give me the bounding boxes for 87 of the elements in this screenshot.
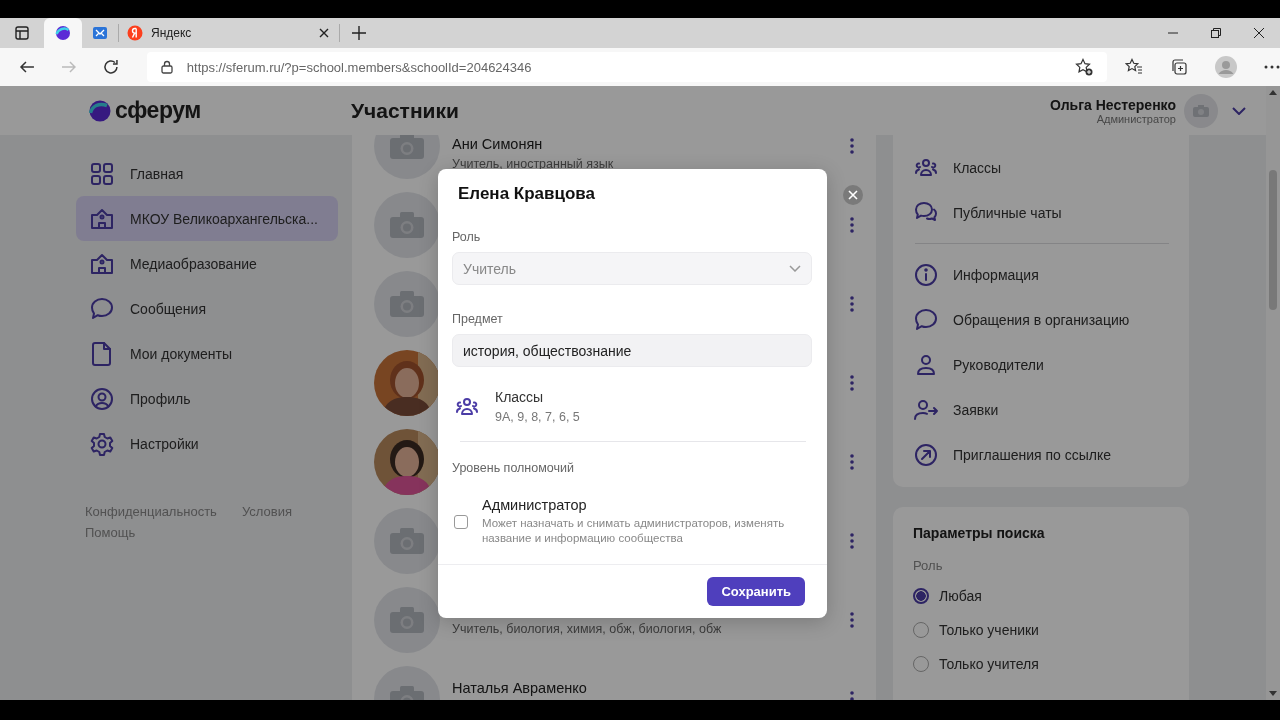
close-icon [848, 190, 858, 200]
sidebar-item[interactable]: Мои документы [76, 331, 338, 376]
chat-bubble-icon [89, 295, 115, 322]
user-name: Ольга Нестеренко [1049, 96, 1176, 113]
member-name[interactable]: Ани Симонян [452, 136, 838, 153]
sferum-logo-icon [54, 25, 71, 41]
more-vertical-icon[interactable] [850, 216, 854, 233]
option-description: Может назначать и снимать администраторов, изменять название и информацию сообщества [482, 516, 786, 546]
camera-icon [1193, 104, 1209, 117]
scroll-down-icon[interactable] [1269, 691, 1277, 696]
tab-actions-icon[interactable] [14, 25, 30, 41]
yandex-logo-icon [127, 25, 143, 41]
radio-button[interactable] [913, 588, 929, 604]
user-role: Администратор [1096, 112, 1176, 125]
menu-item[interactable]: Заявки [913, 387, 1169, 432]
field-label: Роль [452, 230, 482, 244]
field-label: Роль [913, 558, 944, 573]
page-title: Участники [351, 98, 459, 123]
close-icon[interactable] [319, 28, 329, 38]
member-name[interactable]: Наталья Авраменко [452, 680, 838, 697]
save-button[interactable]: Сохранить [707, 577, 805, 606]
chevron-down-icon[interactable] [1232, 106, 1246, 115]
arrow-circle-icon [913, 441, 939, 468]
more-vertical-icon[interactable] [850, 532, 854, 549]
field-label: Уровень полномочий [452, 461, 575, 475]
camera-icon [390, 527, 424, 554]
menu-item[interactable]: Обращения в организацию [913, 297, 1169, 342]
sidebar-item[interactable]: Главная [76, 151, 338, 196]
logo-text: сферум [115, 97, 201, 124]
browser-tab[interactable] [44, 18, 82, 48]
more-vertical-icon[interactable] [850, 453, 854, 470]
chevron-down-icon [789, 265, 801, 272]
lock-icon [160, 60, 173, 74]
chat-bubble-icon [913, 306, 939, 333]
forward-icon [60, 59, 77, 75]
add-favorite-icon[interactable] [1075, 58, 1093, 76]
menu-item[interactable]: Публичные чаты [913, 190, 1169, 235]
restore-icon[interactable] [1211, 28, 1221, 38]
field-label: Предмет [452, 312, 504, 326]
browser-tab[interactable]: Яндекс [118, 24, 340, 42]
scroll-up-icon[interactable] [1269, 90, 1277, 95]
more-vertical-icon[interactable] [850, 374, 854, 391]
info-icon [913, 261, 939, 288]
back-icon[interactable] [19, 59, 35, 75]
more-icon[interactable] [1264, 65, 1280, 69]
close-icon[interactable] [1254, 28, 1264, 38]
mail-icon [91, 25, 108, 41]
member-role: Учитель, иностранный язык [452, 157, 615, 172]
camera-icon [390, 211, 424, 238]
subject-field[interactable]: история, обществознание [452, 334, 812, 367]
more-vertical-icon[interactable] [850, 295, 854, 312]
sidebar-item[interactable]: Профиль [76, 376, 338, 421]
menu-item[interactable]: Руководители [913, 342, 1169, 387]
settings-icon [89, 430, 115, 457]
section-title: Параметры поиска [913, 525, 1046, 541]
sidebar-item[interactable]: Сообщения [76, 286, 338, 331]
menu-item[interactable]: Приглашения по ссылке [913, 432, 1169, 477]
checkbox[interactable] [454, 514, 468, 529]
option-title: Администратор [482, 497, 588, 513]
more-vertical-icon[interactable] [850, 611, 854, 628]
scrollbar-thumb[interactable] [1269, 170, 1277, 310]
profile-icon [89, 385, 115, 412]
favorites-icon[interactable] [1125, 58, 1143, 76]
member-role: Учитель, биология, химия, обж, биология, обж [452, 622, 723, 637]
more-vertical-icon[interactable] [850, 137, 854, 154]
camera-icon [390, 606, 424, 633]
radio-label[interactable]: Только ученики [939, 622, 1039, 638]
camera-icon [390, 135, 424, 159]
classes-title: Классы [495, 389, 545, 405]
menu-item[interactable]: Классы [913, 145, 1169, 190]
collections-icon[interactable] [1170, 58, 1188, 76]
sidebar-item[interactable]: Медиаобразование [76, 241, 338, 286]
dialog-title: Елена Кравцова [457, 183, 596, 204]
grid-icon [89, 160, 115, 187]
reload-icon[interactable] [102, 59, 119, 75]
address-field[interactable]: https://sferum.ru/?p=school.members&schoolId=204624346 [146, 52, 1107, 82]
sidebar-item[interactable]: МКОУ Великоархангельска... [76, 196, 338, 241]
camera-icon [390, 290, 424, 317]
profile-avatar-icon[interactable] [1215, 56, 1237, 78]
menu-item[interactable]: Информация [913, 252, 1169, 297]
radio-label[interactable]: Только учителя [939, 656, 1039, 672]
scrollbar[interactable] [1266, 86, 1280, 700]
new-tab-icon[interactable] [352, 26, 366, 40]
radio-label[interactable]: Любая [939, 588, 982, 604]
classes-list: 9А, 9, 8, 7, 6, 5 [495, 410, 580, 424]
sferum-logo-icon [89, 99, 111, 122]
sidebar-item[interactable]: Настройки [76, 421, 338, 466]
